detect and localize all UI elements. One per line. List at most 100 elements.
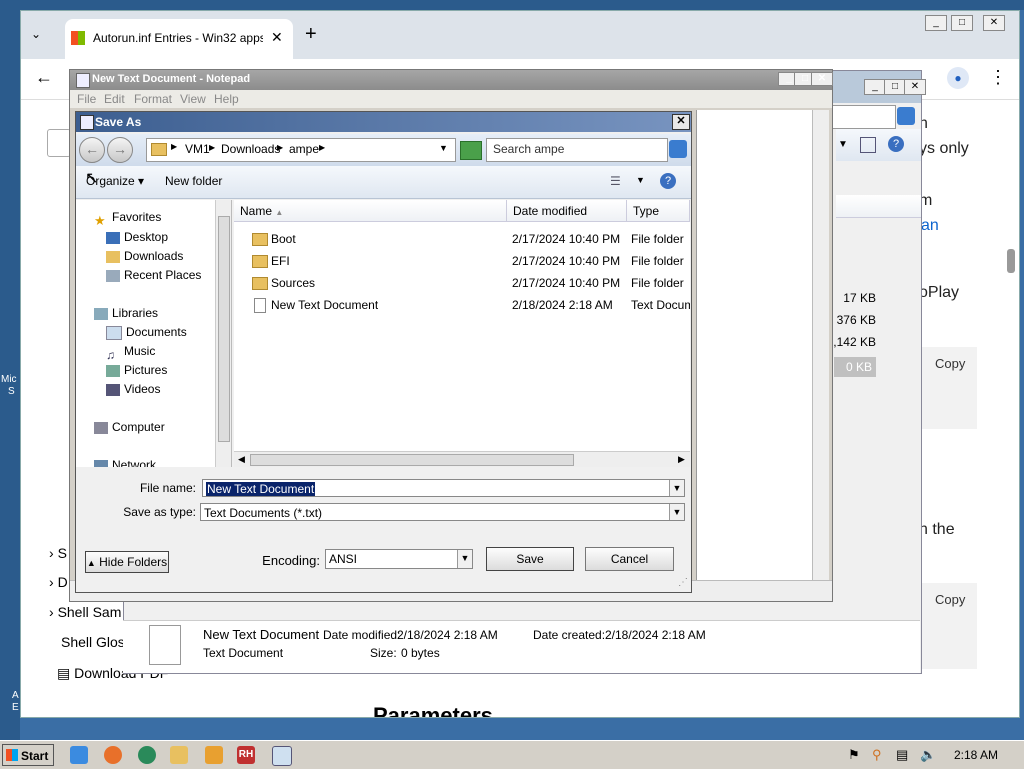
notepad-text-area[interactable] <box>696 110 829 580</box>
tab-close-icon[interactable]: ✕ <box>271 29 283 46</box>
chevron-down-icon[interactable]: ▼ <box>457 550 472 568</box>
page-link[interactable]: an <box>921 217 939 235</box>
encoding-select[interactable]: ANSI ▼ <box>325 549 473 569</box>
toc-item[interactable]: › D <box>49 574 68 590</box>
resize-grip-icon[interactable]: ⋰ <box>678 577 688 588</box>
clock[interactable]: 2:18 AM <box>954 748 998 762</box>
menu-file[interactable]: File <box>77 92 96 106</box>
nav-scrollbar-thumb[interactable] <box>218 216 230 442</box>
column-header-type[interactable]: Type <box>627 200 690 222</box>
table-row[interactable]: New Text Document 2/18/2024 2:18 AM Text… <box>234 294 690 316</box>
nav-music[interactable]: ♫ Music <box>106 342 155 362</box>
volume-icon[interactable]: 🔈 <box>920 747 936 763</box>
browser-minimize-button[interactable]: _ <box>925 15 947 31</box>
menu-help[interactable]: Help <box>214 92 239 106</box>
desktop-background <box>0 0 1024 10</box>
nav-scrollbar[interactable] <box>215 200 231 467</box>
back-button[interactable]: ← <box>79 137 105 163</box>
explorer-maximize-button[interactable]: □ <box>884 79 906 95</box>
ie-icon[interactable] <box>70 746 88 764</box>
back-arrow-icon[interactable]: ← <box>35 67 53 88</box>
table-row[interactable]: Sources 2/17/2024 10:40 PM File folder <box>234 272 690 294</box>
view-dropdown-icon[interactable]: ▼ <box>636 175 645 185</box>
notepad-vertical-scrollbar[interactable] <box>812 110 829 580</box>
start-button[interactable]: Start <box>2 744 54 766</box>
app-icon[interactable] <box>138 746 156 764</box>
notepad-close-button[interactable]: ✕ <box>811 72 833 86</box>
horizontal-scrollbar-thumb[interactable] <box>250 454 574 466</box>
nav-downloads[interactable]: Downloads <box>106 247 183 265</box>
column-header-date[interactable]: Date modified <box>507 200 627 222</box>
file-list-horizontal-scrollbar[interactable]: ◀ ▶ <box>234 451 690 467</box>
folder-icon[interactable] <box>170 746 188 764</box>
table-row[interactable]: EFI 2/17/2024 10:40 PM File folder <box>234 250 690 272</box>
toc-item[interactable]: Shell Glos <box>61 634 125 650</box>
scroll-right-icon[interactable]: ▶ <box>678 454 685 465</box>
breadcrumb-downloads[interactable]: Downloads <box>221 142 280 156</box>
nav-favorites[interactable]: ★ Favorites <box>94 208 161 228</box>
search-tray-icon[interactable]: ⚲ <box>872 747 882 763</box>
nav-pictures[interactable]: Pictures <box>106 361 167 379</box>
chevron-down-icon[interactable]: ▼ <box>669 504 684 520</box>
help-icon[interactable]: ? <box>888 136 904 152</box>
search-icon[interactable] <box>669 140 687 158</box>
save-type-select[interactable]: Text Documents (*.txt) ▼ <box>200 503 685 521</box>
copy-button[interactable]: Copy <box>935 356 965 371</box>
cancel-button[interactable]: Cancel <box>585 547 674 571</box>
preview-pane-icon[interactable] <box>860 137 876 153</box>
page-scrollbar-thumb[interactable] <box>1007 249 1015 273</box>
view-dropdown-icon[interactable]: ▼ <box>838 139 848 150</box>
breadcrumb-ampe[interactable]: ampe <box>289 142 319 156</box>
network-tray-icon[interactable]: ▤ <box>896 747 908 763</box>
flag-icon[interactable]: ⚑ <box>848 747 860 763</box>
new-folder-button[interactable]: New folder <box>165 174 222 188</box>
more-menu-icon[interactable]: ⋮ <box>989 67 1007 88</box>
column-header-name[interactable]: Name ▲ <box>234 200 507 222</box>
breadcrumb-vm1[interactable]: VM1 <box>185 142 210 156</box>
nav-desktop[interactable]: Desktop <box>106 228 168 246</box>
filter-icon[interactable] <box>47 129 71 157</box>
scroll-left-icon[interactable]: ◀ <box>238 454 245 465</box>
dialog-close-button[interactable]: ✕ <box>672 114 690 130</box>
nav-computer[interactable]: Computer <box>94 418 165 436</box>
explorer-minimize-button[interactable]: _ <box>864 79 886 95</box>
search-icon[interactable] <box>897 107 915 125</box>
copy-button[interactable]: Copy <box>935 592 965 607</box>
save-button[interactable]: Save <box>486 547 574 571</box>
details-modified: 2/18/2024 2:18 AM <box>397 628 498 642</box>
new-tab-button[interactable]: + <box>305 23 317 46</box>
address-bar[interactable]: ▶ VM1 ▶ Downloads ▶ ampe ▶ ▼ <box>146 138 456 162</box>
view-options-icon[interactable]: ☰ <box>610 174 621 188</box>
menu-edit[interactable]: Edit <box>104 92 125 106</box>
explorer-close-button[interactable]: ✕ <box>904 79 926 95</box>
chevron-down-icon[interactable]: ▼ <box>669 480 684 496</box>
forward-button[interactable]: → <box>107 137 133 163</box>
nav-network[interactable]: Network <box>94 456 156 467</box>
tab-list-chevron-icon[interactable]: ⌄ <box>31 27 41 41</box>
nav-documents[interactable]: Documents <box>106 323 187 341</box>
media-player-icon[interactable] <box>205 746 223 764</box>
profile-avatar-icon[interactable]: ● <box>947 67 969 89</box>
dialog-title: Save As <box>95 115 142 129</box>
firefox-icon[interactable] <box>104 746 122 764</box>
resource-hacker-icon[interactable]: RH <box>237 746 255 764</box>
refresh-icon[interactable] <box>460 141 482 160</box>
hide-folders-button[interactable]: ▲ Hide Folders <box>85 551 169 573</box>
browser-tab[interactable]: Autorun.inf Entries - Win32 apps ✕ <box>65 19 293 59</box>
nav-videos[interactable]: Videos <box>106 380 160 398</box>
menu-view[interactable]: View <box>180 92 206 106</box>
menu-format[interactable]: Format <box>134 92 172 106</box>
nav-libraries[interactable]: Libraries <box>94 304 158 322</box>
nav-recent-places[interactable]: Recent Places <box>106 266 201 284</box>
search-input[interactable]: Search ampe <box>486 138 668 162</box>
table-row[interactable]: Boot 2/17/2024 10:40 PM File folder <box>234 228 690 250</box>
file-name-input[interactable]: New Text Document ▼ <box>202 479 685 497</box>
help-icon[interactable]: ? <box>660 173 676 189</box>
browser-maximize-button[interactable]: □ <box>951 15 973 31</box>
file-list: Name ▲ Date modified Type Boot 2/17/2024… <box>234 200 690 467</box>
notepad-taskbar-icon[interactable] <box>272 746 292 766</box>
toc-item[interactable]: › Shell Sam <box>49 604 121 620</box>
address-dropdown-icon[interactable]: ▼ <box>439 143 448 153</box>
toc-item[interactable]: › S <box>49 545 67 561</box>
browser-close-button[interactable]: ✕ <box>983 15 1005 31</box>
